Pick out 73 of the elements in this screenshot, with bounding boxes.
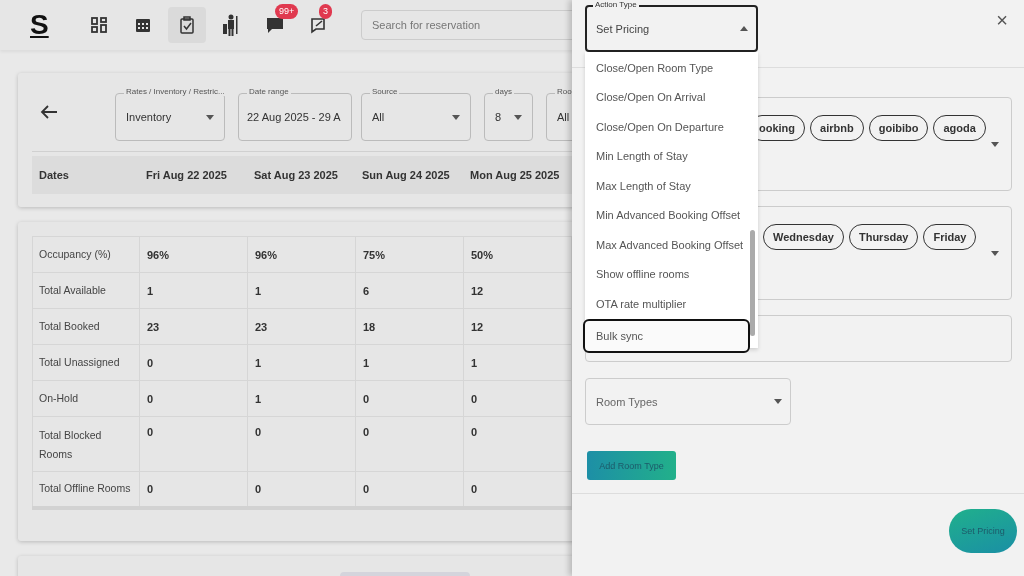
table-cell-text: Total Blocked Rooms	[39, 428, 103, 462]
column-header: Sun Aug 24 2025	[361, 168, 451, 183]
table-cell: On-Hold	[39, 392, 79, 404]
table-cell: 0	[255, 482, 262, 495]
caret-icon	[991, 250, 999, 256]
table-cell: 12	[471, 320, 484, 333]
table-cell: 96%	[147, 248, 170, 261]
column-header: Mon Aug 25 2025	[469, 168, 561, 183]
table-cell: 0	[471, 426, 478, 438]
column-header: Sat Aug 23 2025	[253, 168, 339, 183]
caret-icon	[991, 141, 999, 147]
table-cell: 0	[363, 392, 370, 405]
table-cell: 23	[147, 320, 160, 333]
room-types-select[interactable]: Room Types	[585, 378, 791, 425]
menu-option[interactable]: Close/Open Room Type	[585, 53, 758, 83]
table-cell: Total Offline Rooms	[39, 482, 131, 495]
table-cell: 1	[255, 356, 262, 369]
table-cell: 0	[363, 482, 370, 495]
calendar-icon	[135, 17, 151, 33]
table-cell: 1	[363, 356, 370, 369]
table-cell: 1	[255, 392, 262, 405]
nav-button[interactable]	[168, 7, 206, 43]
field-label: Source	[370, 87, 400, 96]
table-cell: 0	[471, 392, 478, 405]
table-cell: Total Available	[39, 284, 106, 296]
person-luggage-icon	[222, 14, 240, 36]
caret-icon	[514, 114, 522, 120]
menu-option[interactable]: Show offline rooms	[585, 259, 758, 289]
table-cell: 12	[471, 284, 484, 297]
back-arrow-icon[interactable]	[40, 104, 58, 120]
field-label: Rates / Inventory / Restric...	[124, 87, 227, 96]
field-label: days	[493, 87, 514, 96]
column-header: Fri Aug 22 2025	[145, 168, 228, 183]
table-cell: 1	[471, 356, 478, 369]
table-cell: Occupancy (%)	[39, 248, 111, 260]
table-cell: 0	[147, 392, 154, 405]
table-cell: 0	[147, 426, 154, 438]
clipboard-check-icon	[179, 16, 195, 34]
table-cell: 1	[255, 284, 262, 297]
table-cell: Total Booked	[39, 320, 100, 332]
field-label: Date range	[247, 87, 291, 96]
grid-icon	[91, 17, 107, 33]
table-cell: 0	[147, 482, 154, 495]
table-cell: 18	[363, 320, 376, 333]
table-cell: 6	[363, 284, 370, 297]
menu-option[interactable]: Min Length of Stay	[585, 141, 758, 171]
logo: S	[30, 9, 48, 41]
nav-button[interactable]: 3	[300, 7, 338, 43]
close-button[interactable]: ×	[992, 9, 1012, 32]
search-field[interactable]: Search for reservation	[361, 10, 572, 40]
edit-note-icon	[310, 16, 328, 34]
caret-icon	[452, 114, 460, 120]
chat-icon	[266, 16, 284, 34]
table-cell: 75%	[363, 248, 386, 261]
menu-option[interactable]: Bulk sync	[583, 318, 750, 353]
table-cell: 1	[147, 284, 154, 297]
column-header: Dates	[38, 168, 70, 183]
caret-icon	[774, 399, 782, 404]
notification-badge: 99+	[275, 4, 299, 19]
table-cell: 0	[363, 426, 370, 438]
table-cell: 96%	[255, 248, 278, 261]
table-cell: Total Unassigned	[39, 356, 120, 368]
table-cell: 23	[255, 320, 268, 333]
caret-icon	[206, 114, 214, 120]
table-cell: 0	[471, 482, 478, 495]
field-label: Action Type	[593, 0, 639, 10]
table-cell: 0	[147, 356, 154, 369]
menu-option[interactable]: Max Advanced Booking Offset	[585, 230, 758, 260]
table-cell: 0	[255, 426, 262, 438]
table-cell: 50%	[471, 248, 494, 261]
caret-icon	[740, 26, 748, 31]
field-label: Roo	[555, 87, 572, 96]
notification-badge: 3	[319, 4, 332, 19]
